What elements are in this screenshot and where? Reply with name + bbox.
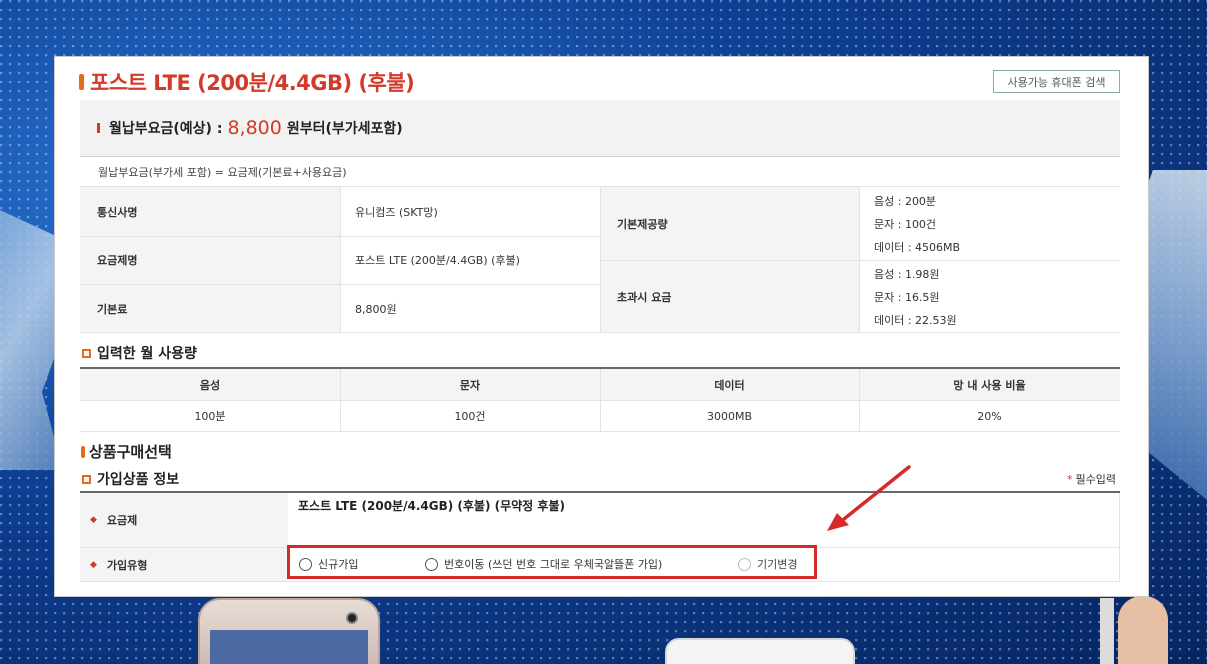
radio-circle-icon[interactable] xyxy=(425,557,438,571)
overage-voice: 음성 : 1.98원 xyxy=(874,267,940,281)
radio-number-port[interactable]: 번호이동 (쓰던 번호 그대로 우체국알뜰폰 가입) xyxy=(425,556,662,572)
divider xyxy=(600,260,1120,261)
radio-new-signup[interactable]: 신규가입 xyxy=(299,556,358,572)
join-type-label: 가입유형 xyxy=(106,558,148,572)
fee-marker-icon xyxy=(97,123,100,133)
plan-name-value: 포스트 LTE (200분/4.4GB) (후불) xyxy=(355,254,520,267)
radio-device-change[interactable]: 기기변경 xyxy=(738,556,797,572)
usage-table: 음성 문자 데이터 망 내 사용 비율 100분 100건 3000MB 20% xyxy=(80,367,1120,432)
section-marker-icon xyxy=(81,445,85,458)
plan-label-cell: ◆ 요금제 xyxy=(80,493,288,547)
usage-value-data: 3000MB xyxy=(706,409,753,423)
divider xyxy=(859,369,860,432)
provided-sms: 문자 : 100건 xyxy=(874,217,937,231)
required-star-icon: * xyxy=(1067,473,1073,486)
fee-amount: 8,800 xyxy=(227,117,282,139)
purchase-heading: 상품구매선택 xyxy=(81,441,172,462)
title-marker-icon xyxy=(79,74,84,90)
product-title-row: 포스트 LTE (200분/4.4GB) (후불) xyxy=(79,67,415,97)
usage-header-voice: 음성 xyxy=(80,369,340,400)
fee-formula: 월납부요금(부가세 포함) = 요금제(기본료+사용요금) xyxy=(80,157,1120,187)
section-square-icon xyxy=(82,348,91,358)
required-note: * 필수입력 xyxy=(1067,471,1116,487)
purchase-heading-text: 상품구매선택 xyxy=(89,443,172,461)
radio-new-signup-label[interactable]: 신규가입 xyxy=(318,556,358,572)
radio-circle-icon[interactable] xyxy=(299,557,312,571)
usage-heading-text: 입력한 월 사용량 xyxy=(97,346,197,362)
join-type-label-cell: ◆ 가입유형 xyxy=(80,548,288,581)
usage-heading: 입력한 월 사용량 xyxy=(82,343,197,363)
fee-label: 월납부요금(예상) : xyxy=(109,121,223,137)
background-phone-image xyxy=(198,598,380,664)
overage-values: 음성 : 1.98원 문자 : 16.5원 데이터 : 22.53원 xyxy=(859,260,1120,333)
join-type-radio-group: 신규가입 번호이동 (쓰던 번호 그대로 우체국알뜰폰 가입) 기기변경 xyxy=(287,545,817,579)
usage-header-data: 데이터 xyxy=(600,369,859,400)
join-info-heading: 가입상품 정보 xyxy=(82,469,179,489)
required-dot-icon: ◆ xyxy=(90,515,97,525)
required-note-text: 필수입력 xyxy=(1075,473,1116,486)
usage-header-ratio: 망 내 사용 비율 xyxy=(859,369,1120,400)
overage-label: 초과시 요금 xyxy=(600,260,859,333)
provided-data: 데이터 : 4506MB xyxy=(874,240,961,254)
plan-name-label: 요금제명 xyxy=(80,236,340,284)
divider xyxy=(600,187,601,333)
plan-info-table: 통신사명 유니컴즈 (SKT망) 요금제명 포스트 LTE (200분/4.4G… xyxy=(80,187,1120,333)
background-hand-image xyxy=(1118,596,1168,664)
overage-data: 데이터 : 22.53원 xyxy=(874,313,957,327)
divider xyxy=(1119,493,1120,582)
section-square-icon xyxy=(82,474,91,484)
usage-value-ratio: 20% xyxy=(977,409,1002,423)
fee-suffix: 원부터(부가세포함) xyxy=(286,121,403,137)
required-dot-icon: ◆ xyxy=(90,559,97,570)
provided-label: 기본제공량 xyxy=(600,187,859,260)
selected-plan-value: 포스트 LTE (200분/4.4GB) (후불) (무약정 후불) xyxy=(298,499,565,513)
background-phone-image-2 xyxy=(665,638,855,664)
carrier-label: 통신사명 xyxy=(80,187,340,236)
monthly-fee-box: 월납부요금(예상) : 8,800 원부터(부가세포함) xyxy=(80,100,1120,157)
product-title: 포스트 LTE (200분/4.4GB) (후불) xyxy=(90,71,415,95)
divider xyxy=(600,369,601,432)
usage-header-sms: 문자 xyxy=(340,369,600,400)
product-panel: 포스트 LTE (200분/4.4GB) (후불) 사용가능 휴대폰 검색 월납… xyxy=(54,56,1149,597)
provided-values: 음성 : 200분 문자 : 100건 데이터 : 4506MB xyxy=(859,187,1120,260)
divider xyxy=(340,187,341,333)
overage-sms: 문자 : 16.5원 xyxy=(874,290,940,304)
divider xyxy=(340,369,341,432)
divider xyxy=(859,187,860,333)
join-info-heading-text: 가입상품 정보 xyxy=(97,472,180,488)
radio-circle-icon[interactable] xyxy=(738,557,751,571)
usage-value-sms: 100건 xyxy=(454,410,486,423)
search-phone-button[interactable]: 사용가능 휴대폰 검색 xyxy=(993,70,1120,93)
usage-value-voice: 100분 xyxy=(194,410,226,423)
annotation-arrow-icon xyxy=(827,465,911,531)
radio-device-change-label[interactable]: 기기변경 xyxy=(757,556,797,572)
carrier-value: 유니컴즈 (SKT망) xyxy=(355,205,438,219)
base-fee-value: 8,800원 xyxy=(355,302,397,316)
plan-label: 요금제 xyxy=(106,514,138,527)
provided-voice: 음성 : 200분 xyxy=(874,194,937,208)
divider xyxy=(80,581,1120,582)
radio-number-port-label[interactable]: 번호이동 (쓰던 번호 그대로 우체국알뜰폰 가입) xyxy=(444,556,662,572)
base-fee-label: 기본료 xyxy=(80,284,340,333)
background-phone-image-3 xyxy=(1100,598,1114,664)
